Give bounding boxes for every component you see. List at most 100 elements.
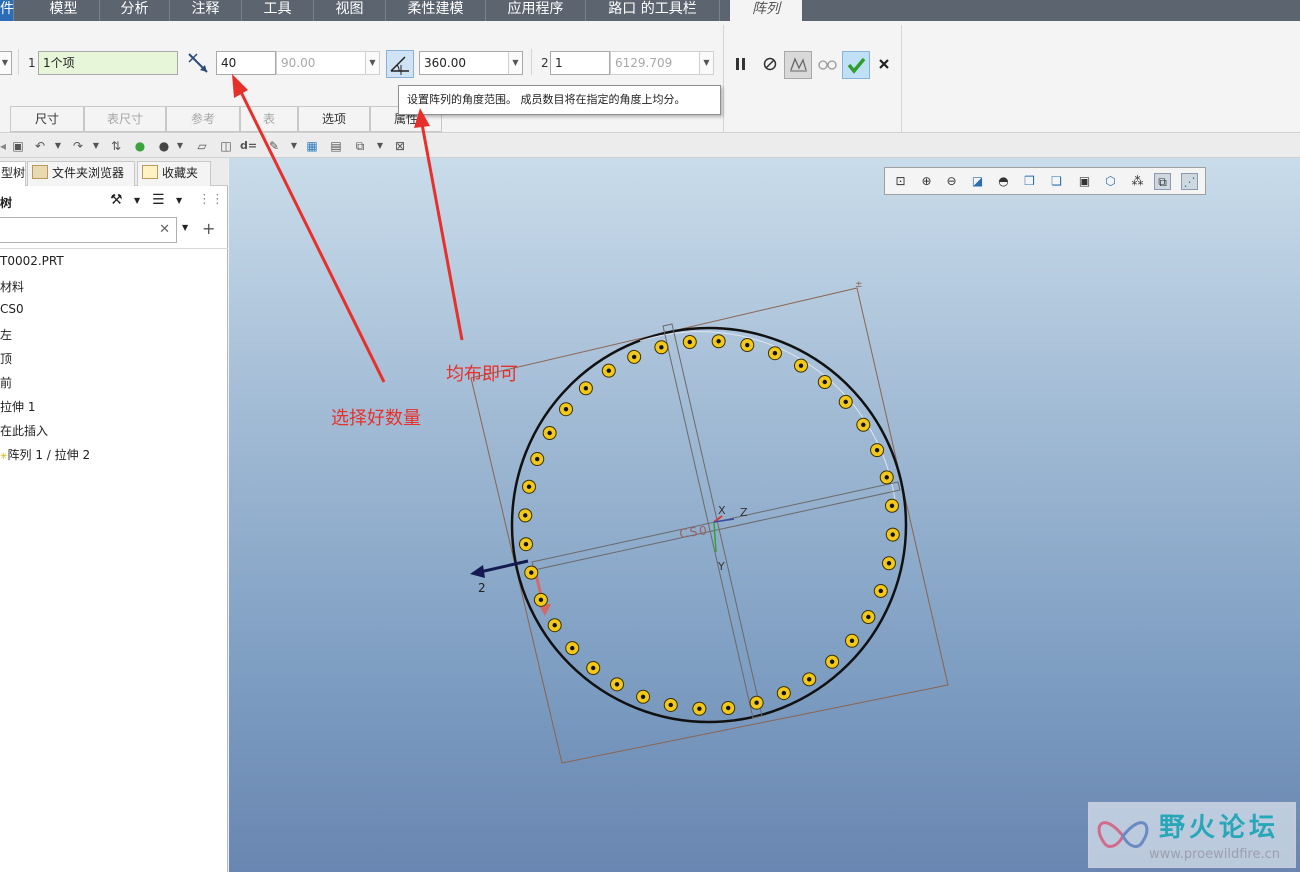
pause-icon[interactable] bbox=[727, 51, 755, 79]
tab-pattern[interactable]: 阵列 bbox=[730, 0, 802, 21]
tab-folder-browser[interactable]: 文件夹浏览器 bbox=[27, 161, 135, 186]
tab-tools[interactable]: 工具 bbox=[242, 0, 314, 21]
zoom-in-icon[interactable]: ⊕ bbox=[918, 173, 935, 190]
perspective-icon[interactable]: ▣ bbox=[1076, 173, 1093, 190]
measure-icon[interactable]: ✎ bbox=[266, 138, 282, 154]
tab-dimensions[interactable]: 尺寸 bbox=[10, 106, 84, 132]
pattern-hole-center bbox=[745, 342, 750, 348]
annotation-display-icon[interactable]: ⧉ bbox=[1154, 173, 1171, 190]
chevron-down-icon[interactable]: ▼ bbox=[172, 138, 188, 154]
tree-settings-icon[interactable]: ⚒ bbox=[110, 192, 123, 208]
tree-item-cs0[interactable]: CS0 bbox=[0, 302, 24, 316]
tree-item-left[interactable]: 左 bbox=[0, 326, 12, 343]
display-style-icon[interactable]: ◓ bbox=[995, 173, 1012, 190]
watermark-url: www.proewildfire.cn bbox=[1149, 847, 1280, 862]
pattern-hole-center bbox=[822, 379, 827, 385]
tab-analysis[interactable]: 分析 bbox=[100, 0, 170, 21]
windows-icon[interactable]: ⧉ bbox=[352, 138, 368, 154]
plane-icon[interactable]: ▱ bbox=[194, 138, 210, 154]
tree-item-part[interactable]: T0002.PRT bbox=[0, 254, 64, 268]
tab-favorites[interactable]: 收藏夹 bbox=[137, 161, 211, 186]
tree-item-insert-here[interactable]: 在此插入 bbox=[0, 422, 48, 439]
zoom-out-icon[interactable]: ⊖ bbox=[943, 173, 960, 190]
tree-item-extrude-1[interactable]: 拉伸 1 bbox=[0, 398, 35, 415]
tree-item-material[interactable]: 材料 bbox=[0, 278, 24, 295]
flip-direction-icon[interactable] bbox=[184, 50, 212, 78]
view-manager-icon[interactable]: ❏ bbox=[1048, 173, 1065, 190]
undo-icon[interactable]: ↶ bbox=[32, 138, 48, 154]
model-graphics[interactable]: ± X Z Y CS0 2 bbox=[229, 158, 1300, 872]
tab-table-dimensions[interactable]: 表尺寸 bbox=[84, 106, 166, 132]
tab-flexible-modeling[interactable]: 柔性建模 bbox=[386, 0, 486, 21]
direction-2-count-input[interactable]: 1 bbox=[550, 51, 610, 75]
redo-icon[interactable]: ↷ bbox=[70, 138, 86, 154]
component-icon[interactable]: ▤ bbox=[328, 138, 344, 154]
chevron-down-icon[interactable]: ▼ bbox=[286, 138, 302, 154]
tree-item-front[interactable]: 前 bbox=[0, 374, 12, 391]
chevron-down-icon[interactable]: ▼ bbox=[176, 196, 182, 205]
count-hint-text: 选择好数量 bbox=[331, 408, 421, 429]
direction-2-spacing-input[interactable]: 6129.709 ▼ bbox=[610, 51, 714, 75]
member-count-input[interactable]: 40 bbox=[216, 51, 276, 75]
tree-item-top[interactable]: 顶 bbox=[0, 350, 12, 367]
angle-range-input[interactable]: 360.00 ▼ bbox=[419, 51, 523, 75]
save-icon[interactable]: ▣ bbox=[10, 138, 26, 154]
cancel-x-icon[interactable] bbox=[870, 51, 898, 79]
tab-toolbar[interactable]: 路口 的工具栏 bbox=[586, 0, 720, 21]
overflow-icon[interactable]: ◂ bbox=[0, 138, 6, 154]
model-tree-panel: 型树 文件夹浏览器 收藏夹 树 ⚒ ▼ ☰ ▼ ⋮⋮ ✕ ▼ + T0002.P… bbox=[0, 158, 228, 872]
datum-icon[interactable]: ◫ bbox=[218, 138, 234, 154]
chevron-down-icon[interactable]: ▼ bbox=[50, 138, 66, 154]
add-icon[interactable]: + bbox=[202, 219, 215, 238]
close-icon[interactable]: ✕ bbox=[159, 222, 170, 237]
tab-references[interactable]: 参考 bbox=[166, 106, 240, 132]
saved-views-icon[interactable]: ❒ bbox=[1021, 173, 1038, 190]
chevron-down-icon[interactable]: ▼ bbox=[134, 196, 140, 205]
chevron-down-icon[interactable]: ▼ bbox=[182, 223, 188, 232]
section-icon[interactable]: ⬡ bbox=[1102, 173, 1119, 190]
refit-icon[interactable]: ⊡ bbox=[892, 173, 909, 190]
close-window-icon[interactable]: ⊠ bbox=[392, 138, 408, 154]
pattern-hole-center bbox=[716, 339, 721, 344]
verify-glasses-icon[interactable] bbox=[813, 51, 841, 79]
spin-center-icon[interactable]: ⋰ bbox=[1181, 173, 1198, 190]
tree-item-pattern-1[interactable]: ✳阵列 1 / 拉伸 2 bbox=[0, 446, 90, 463]
direction-1-reference[interactable]: 1个项 bbox=[38, 51, 178, 75]
angle-increment-input[interactable]: 90.00 ▼ bbox=[276, 51, 380, 75]
datum-display-icon[interactable]: ⁂ bbox=[1129, 173, 1146, 190]
pattern-hole-center bbox=[781, 690, 787, 696]
pattern-hole-center bbox=[807, 677, 812, 682]
tab-applications[interactable]: 应用程序 bbox=[486, 0, 586, 21]
render-icon[interactable]: ▦ bbox=[304, 138, 320, 154]
graphics-viewport[interactable]: ± X Z Y CS0 2 bbox=[229, 158, 1300, 872]
dimension-icon[interactable]: d= bbox=[240, 138, 257, 154]
tab-tables[interactable]: 表 bbox=[240, 106, 298, 132]
chevron-down-icon[interactable]: ▼ bbox=[372, 138, 388, 154]
ok-checkmark-icon[interactable] bbox=[842, 51, 870, 79]
divider bbox=[0, 248, 228, 249]
regenerate-icon[interactable]: ⇅ bbox=[108, 138, 124, 154]
chevron-down-icon: ▼ bbox=[0, 52, 11, 74]
tab-annotate[interactable]: 注释 bbox=[170, 0, 242, 21]
pattern-hole-center bbox=[884, 475, 889, 480]
chevron-down-icon[interactable]: ▼ bbox=[88, 138, 104, 154]
tab-file[interactable]: 件 bbox=[0, 0, 14, 21]
tree-columns-icon[interactable]: ☰ bbox=[152, 192, 165, 208]
pattern-type-select[interactable]: ▼ bbox=[0, 51, 12, 75]
tab-model-tree[interactable]: 型树 bbox=[0, 161, 26, 186]
tree-search-input[interactable]: ✕ bbox=[0, 217, 177, 243]
sphere-green-icon[interactable]: ● bbox=[132, 138, 148, 154]
tab-model[interactable]: 模型 bbox=[28, 0, 100, 21]
direction-arrow[interactable] bbox=[479, 559, 529, 574]
direction-1-reference-text: 1个项 bbox=[43, 56, 75, 70]
pattern-hole-center bbox=[687, 339, 692, 345]
tab-view[interactable]: 视图 bbox=[314, 0, 386, 21]
tab-options[interactable]: 选项 bbox=[298, 106, 370, 132]
tree-filter-icon[interactable]: ⋮⋮ bbox=[198, 192, 224, 207]
angle-range-button[interactable] bbox=[386, 50, 414, 78]
no-preview-icon[interactable] bbox=[756, 51, 784, 79]
pattern-hole-center bbox=[890, 532, 895, 537]
appearance-icon[interactable]: ● bbox=[156, 138, 172, 154]
repaint-icon[interactable]: ◪ bbox=[969, 173, 986, 190]
geometry-preview-icon[interactable] bbox=[784, 51, 812, 79]
